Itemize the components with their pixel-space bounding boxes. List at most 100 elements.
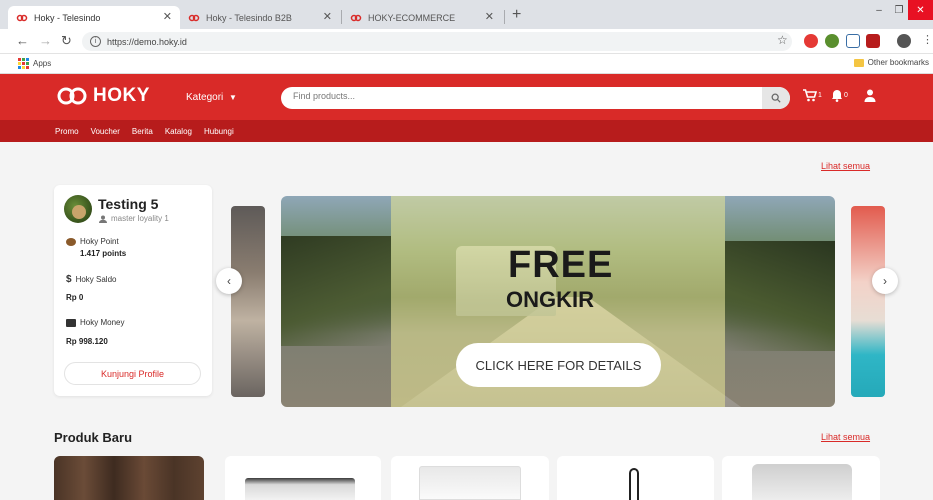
- back-arrow-icon[interactable]: ←: [16, 33, 29, 48]
- folder-icon: [853, 58, 864, 67]
- tab-title: HOKY-ECOMMERCE: [368, 12, 456, 23]
- browser-tab-bar: Hoky - Telesindo ✕ Hoky - Telesindo B2B …: [0, 0, 933, 29]
- point-label-text: Hoky Point: [80, 237, 119, 246]
- cart-button[interactable]: 1: [803, 89, 822, 102]
- search-input[interactable]: [293, 91, 753, 101]
- user-icon: [864, 89, 876, 102]
- tab-title: Hoky - Telesindo B2B: [206, 12, 292, 23]
- hoky-logo[interactable]: HOKY: [55, 85, 150, 107]
- url-field[interactable]: i https://demo.hoky.id: [82, 32, 792, 51]
- pdf-extension-icon[interactable]: [866, 34, 880, 48]
- prev-banner-thumbnail[interactable]: [231, 206, 265, 397]
- product-card[interactable]: [54, 456, 204, 500]
- tab-hoky-telesindo-b2b[interactable]: Hoky - Telesindo B2B ✕: [180, 6, 340, 29]
- promo-banner[interactable]: FREE ONGKIR CLICK HERE FOR DETAILS: [281, 196, 835, 407]
- reload-icon[interactable]: ↻: [61, 33, 72, 49]
- site-info-icon[interactable]: i: [90, 36, 101, 47]
- nav-katalog[interactable]: Katalog: [165, 127, 192, 136]
- carousel-prev-button[interactable]: ‹: [216, 268, 242, 294]
- product-card[interactable]: [225, 456, 381, 500]
- chevron-left-icon: ‹: [227, 274, 231, 288]
- nav-hubungi[interactable]: Hubungi: [204, 127, 234, 136]
- hoky-favicon-icon: [16, 12, 28, 24]
- product-image: [419, 466, 521, 500]
- chevron-right-icon: ›: [883, 274, 887, 288]
- banner-cta-button[interactable]: CLICK HERE FOR DETAILS: [456, 343, 661, 387]
- product-image: [629, 468, 639, 500]
- cart-count-badge: 1: [818, 92, 822, 99]
- site-header: HOKY Kategori ▼ 1 0: [0, 74, 933, 120]
- address-bar-row: ← → ↻ i https://demo.hoky.id ☆ ⋮: [0, 29, 933, 54]
- dollar-icon: $: [66, 274, 72, 285]
- search-box: [281, 87, 790, 109]
- apps-bookmark[interactable]: Apps: [18, 58, 51, 69]
- logo-text: HOKY: [93, 85, 150, 106]
- profile-level: master loyality 1: [98, 214, 169, 223]
- forward-arrow-icon[interactable]: →: [39, 33, 52, 48]
- bell-icon: [832, 90, 842, 102]
- hoky-point-value: 1.417 points: [80, 249, 127, 258]
- tab-title: Hoky - Telesindo: [34, 12, 101, 23]
- tab-hoky-telesindo[interactable]: Hoky - Telesindo ✕: [8, 6, 180, 29]
- kategori-dropdown[interactable]: Kategori ▼: [186, 92, 237, 103]
- wallet-icon: [66, 318, 76, 327]
- carousel-next-button[interactable]: ›: [872, 268, 898, 294]
- hoky-saldo-label: $ Hoky Saldo: [66, 274, 116, 285]
- saldo-label-text: Hoky Saldo: [75, 275, 117, 284]
- lihat-semua-link[interactable]: Lihat semua: [821, 161, 870, 171]
- maximize-icon[interactable]: ❐: [892, 0, 906, 20]
- search-button[interactable]: [762, 87, 790, 109]
- product-card[interactable]: [722, 456, 880, 500]
- member-icon: [99, 215, 107, 223]
- url-text: https://demo.hoky.id: [107, 36, 187, 47]
- profile-name: Testing 5: [98, 196, 159, 212]
- product-card[interactable]: [391, 456, 549, 500]
- next-banner-thumbnail[interactable]: [851, 206, 885, 397]
- product-card[interactable]: [557, 456, 714, 500]
- tab-separator: [504, 10, 505, 24]
- new-products-lihat-semua-link[interactable]: Lihat semua: [821, 432, 870, 442]
- hoky-money-value: Rp 998.120: [66, 337, 108, 346]
- bookmark-star-icon[interactable]: ☆: [777, 33, 788, 47]
- green-extension-icon[interactable]: [825, 34, 839, 48]
- hoky-money-label: Hoky Money: [66, 318, 124, 327]
- hoky-logo-icon: [57, 87, 87, 105]
- nav-promo[interactable]: Promo: [55, 127, 79, 136]
- close-window-icon[interactable]: ✕: [908, 0, 933, 20]
- notification-button[interactable]: 0: [831, 89, 848, 102]
- hoky-point-label: Hoky Point: [66, 237, 119, 246]
- caret-down-icon: ▼: [229, 93, 237, 102]
- banner-subheadline: ONGKIR: [506, 287, 594, 312]
- other-bookmarks[interactable]: Other bookmarks: [853, 58, 929, 67]
- hoky-saldo-value: Rp 0: [66, 293, 84, 302]
- translate-extension-icon[interactable]: [846, 34, 860, 48]
- avatar[interactable]: [64, 195, 92, 223]
- site-nav: Promo Voucher Berita Katalog Hubungi: [0, 120, 933, 142]
- nav-berita[interactable]: Berita: [132, 127, 153, 136]
- banner-headline: FREE: [508, 244, 614, 286]
- apps-label: Apps: [33, 59, 52, 68]
- other-bookmarks-label: Other bookmarks: [867, 58, 929, 67]
- visit-profile-button[interactable]: Kunjungi Profile: [64, 362, 201, 385]
- bookmarks-bar: Apps Other bookmarks: [0, 54, 933, 74]
- cart-icon: [803, 89, 817, 102]
- close-tab-icon[interactable]: ✕: [485, 10, 494, 23]
- close-tab-icon[interactable]: ✕: [163, 10, 172, 23]
- apps-grid-icon: [18, 58, 29, 69]
- kategori-label: Kategori: [186, 92, 224, 103]
- menu-dots-icon[interactable]: ⋮: [922, 33, 933, 46]
- close-tab-icon[interactable]: ✕: [323, 10, 332, 23]
- notification-count-badge: 0: [844, 92, 848, 99]
- account-button[interactable]: [864, 89, 876, 102]
- banner-trees-right: [725, 241, 835, 351]
- opera-extension-icon[interactable]: [804, 34, 818, 48]
- profile-avatar-icon[interactable]: [897, 34, 911, 48]
- new-products-title: Produk Baru: [54, 430, 133, 445]
- product-image: [245, 478, 355, 500]
- nav-voucher[interactable]: Voucher: [91, 127, 120, 136]
- tab-hoky-ecommerce[interactable]: HOKY-ECOMMERCE ✕: [342, 6, 502, 29]
- banner-trees-left: [281, 236, 391, 346]
- minimize-icon[interactable]: –: [872, 0, 886, 20]
- money-label-text: Hoky Money: [80, 318, 125, 327]
- new-tab-button[interactable]: +: [512, 6, 521, 24]
